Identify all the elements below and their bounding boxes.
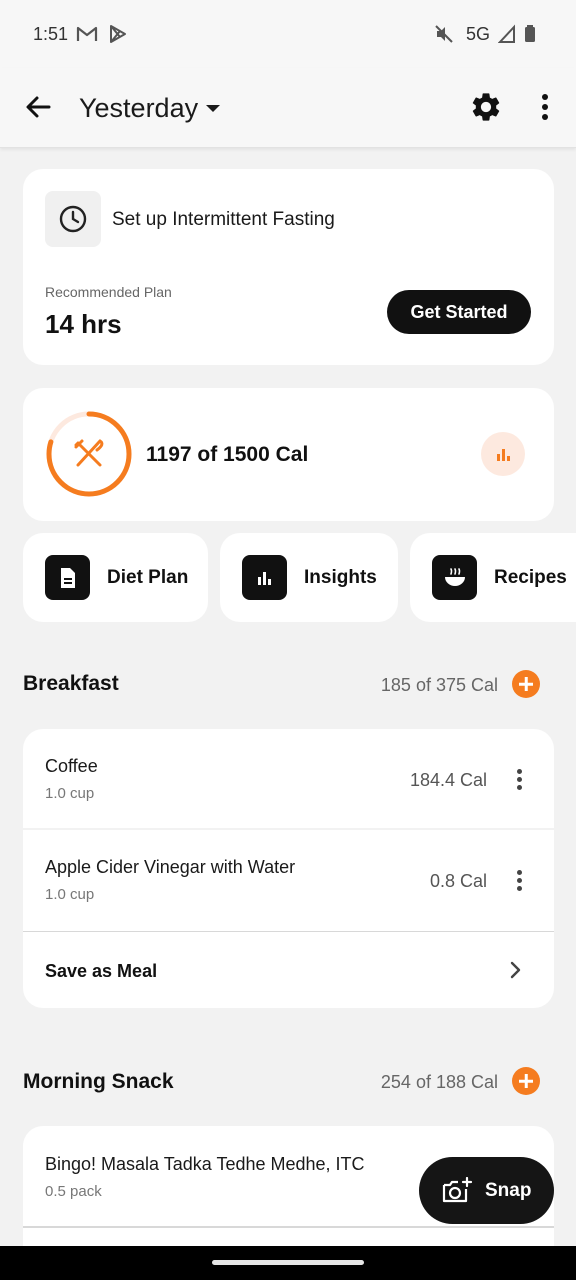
food-name: Bingo! Masala Tadka Tedhe Medhe, ITC: [45, 1154, 365, 1174]
bar-chart-icon: [242, 555, 287, 600]
more-vertical-icon[interactable]: [510, 868, 530, 894]
status-bar: 1:51 5G: [0, 0, 576, 68]
food-item-row[interactable]: Apple Cider Vinegar with Water 1.0 cup 0…: [23, 830, 554, 931]
calorie-chart-button[interactable]: [481, 432, 525, 476]
bar-chart-icon: [497, 449, 510, 461]
food-calories: 0.8 Cal: [429, 871, 487, 891]
get-started-button[interactable]: Get Started: [387, 290, 531, 334]
mute-icon: [435, 25, 453, 43]
gmail-icon: [76, 26, 98, 41]
clock-icon: [59, 205, 87, 233]
snap-label: Snap: [485, 1179, 532, 1201]
row-divider: [23, 1226, 554, 1228]
calorie-summary: 1197 of 1500 Cal: [146, 443, 309, 466]
recommended-plan-label: Recommended Plan: [45, 284, 172, 300]
add-food-morning-snack-button[interactable]: [512, 1067, 540, 1095]
fasting-title: Set up Intermittent Fasting: [112, 209, 335, 230]
recommended-plan-value: 14 hrs: [45, 309, 122, 339]
bowl-icon: [432, 555, 477, 600]
fasting-icon-box: [45, 191, 101, 247]
food-quantity: 1.0 cup: [45, 886, 95, 903]
food-calories: 184.4 Cal: [409, 770, 487, 790]
quick-action-insights[interactable]: Insights: [220, 533, 398, 622]
more-vertical-icon[interactable]: [530, 90, 560, 124]
save-as-meal-row[interactable]: Save as Meal: [23, 931, 554, 1008]
meal-title-breakfast: Breakfast: [23, 672, 119, 695]
save-as-meal-label: Save as Meal: [45, 961, 158, 981]
quick-action-label: Diet Plan: [107, 566, 189, 588]
caret-down-icon: [206, 104, 221, 112]
quick-action-recipes[interactable]: Recipes: [410, 533, 576, 622]
camera-plus-icon: [442, 1176, 473, 1202]
food-item-row[interactable]: Coffee 1.0 cup 184.4 Cal: [23, 729, 554, 828]
document-icon: [45, 555, 90, 600]
calorie-progress-ring: [46, 411, 132, 497]
food-name: Coffee: [45, 756, 98, 776]
home-gesture-handle[interactable]: [212, 1260, 364, 1265]
battery-icon: [525, 25, 535, 42]
snap-button[interactable]: Snap: [419, 1157, 554, 1224]
date-selector[interactable]: Yesterday: [79, 90, 221, 126]
network-label: 5G: [466, 24, 491, 44]
system-nav-bar: [0, 1246, 576, 1280]
meal-summary-morning-snack: 254 of 188 Cal: [380, 1072, 498, 1092]
app-bar: Yesterday: [0, 68, 576, 148]
back-arrow-icon[interactable]: [22, 90, 56, 124]
more-vertical-icon[interactable]: [510, 767, 530, 793]
meal-summary-breakfast: 185 of 375 Cal: [380, 675, 498, 695]
fasting-card[interactable]: Set up Intermittent Fasting Recommended …: [23, 169, 554, 365]
food-quantity: 1.0 cup: [45, 785, 95, 802]
quick-action-diet-plan[interactable]: Diet Plan: [23, 533, 208, 622]
signal-icon: [498, 24, 515, 43]
fork-knife-icon: [74, 439, 104, 467]
calorie-card[interactable]: 1197 of 1500 Cal: [23, 388, 554, 521]
status-time: 1:51: [33, 24, 69, 44]
chevron-right-icon: [510, 961, 521, 979]
add-food-breakfast-button[interactable]: [512, 670, 540, 698]
food-name: Apple Cider Vinegar with Water: [45, 857, 296, 877]
gear-icon[interactable]: [469, 90, 503, 124]
meal-title-morning-snack: Morning Snack: [23, 1070, 174, 1093]
quick-action-label: Insights: [304, 566, 377, 588]
quick-action-label: Recipes: [494, 566, 567, 588]
page-title: Yesterday: [79, 92, 199, 123]
play-store-icon: [110, 25, 126, 43]
food-quantity: 0.5 pack: [45, 1183, 102, 1200]
